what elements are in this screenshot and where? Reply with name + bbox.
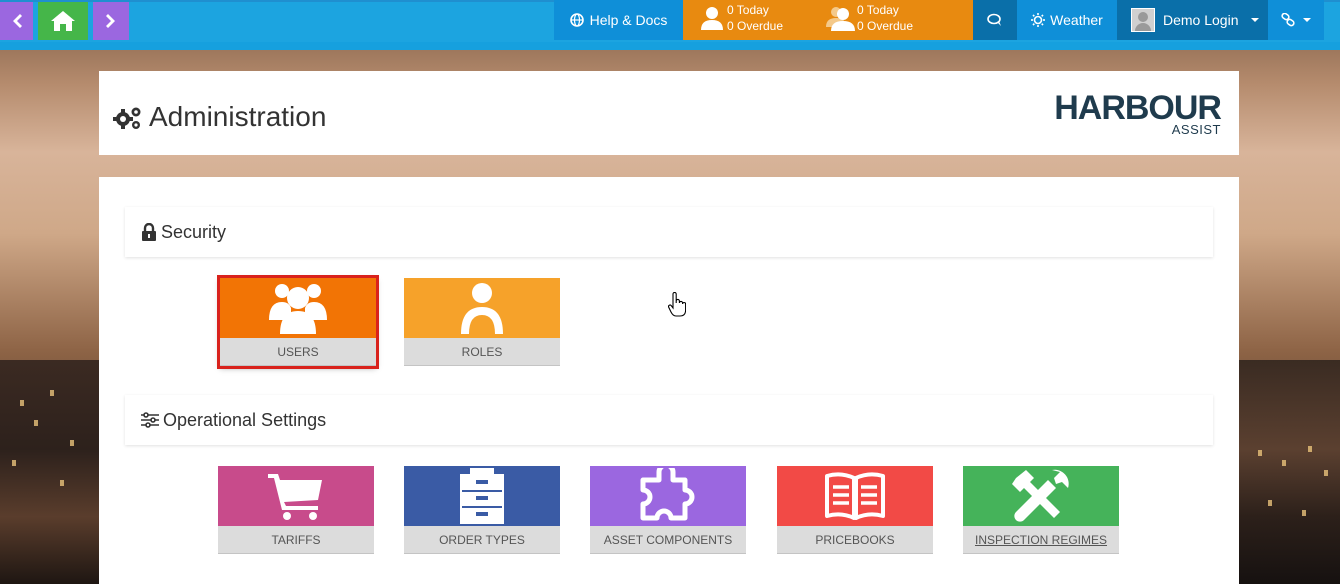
pricebooks-tile-label: PRICEBOOKS [777, 526, 933, 554]
roles-tile-label: ROLES [404, 338, 560, 366]
background-buildings-right [1238, 360, 1340, 584]
harbour-assist-logo: HARBOUR ASSIST [1054, 89, 1222, 137]
sun-icon [1031, 13, 1046, 27]
operational-section-header: Operational Settings [125, 395, 1213, 445]
sliders-icon [141, 412, 159, 428]
users-icon [826, 7, 855, 31]
users-tile-icon-area [220, 278, 376, 338]
team-tasks-button[interactable]: 0 Today 0 Overdue [825, 2, 913, 34]
globe-icon [569, 13, 584, 27]
filing-cabinet-icon [460, 468, 504, 524]
tariffs-tile-icon-area [218, 466, 374, 526]
my-tasks-overdue: 0 Overdue [727, 19, 784, 33]
background-buildings-left [0, 360, 100, 584]
links-menu-button[interactable] [1268, 0, 1324, 40]
chevron-left-icon [12, 14, 22, 28]
shopping-cart-icon [268, 474, 322, 520]
order-types-tile-label: ORDER TYPES [404, 526, 560, 554]
roles-tile-icon-area [404, 278, 560, 338]
link-icon [1281, 13, 1295, 27]
users-tile[interactable]: USERS [217, 275, 379, 369]
help-docs-label: Help & Docs [589, 12, 668, 28]
chevron-down-icon [1303, 18, 1311, 22]
user-icon [701, 7, 723, 30]
tariffs-tile[interactable]: TARIFFS [218, 466, 374, 554]
my-tasks-button[interactable]: 0 Today 0 Overdue [699, 2, 783, 34]
tariffs-tile-label: TARIFFS [218, 526, 374, 554]
back-button[interactable] [0, 2, 33, 40]
weather-label: Weather [1050, 12, 1103, 28]
security-section-header: Security [125, 207, 1213, 257]
hand-pointer-icon [668, 292, 686, 317]
top-bar-underline [0, 42, 1340, 50]
security-title: Security [161, 221, 227, 242]
chat-icon [987, 13, 1001, 26]
roles-tile[interactable]: ROLES [404, 278, 560, 366]
page-title: Administration [149, 101, 327, 132]
user-icon [461, 283, 503, 334]
users-tile-label: USERS [220, 338, 376, 366]
help-docs-button[interactable]: Help & Docs [554, 0, 683, 40]
inspection-regimes-tile-label: INSPECTION REGIMES [963, 526, 1119, 554]
home-icon [51, 11, 75, 31]
puzzle-icon [640, 468, 695, 521]
asset-components-tile[interactable]: ASSET COMPONENTS [590, 466, 746, 554]
asset-components-tile-label: ASSET COMPONENTS [590, 526, 746, 554]
user-name: Demo Login [1163, 12, 1239, 28]
order-types-tile-icon-area [404, 466, 560, 526]
admin-panel: Security USERS ROLES Operational Setting… [99, 177, 1239, 584]
team-tasks-today: 0 Today [857, 3, 899, 17]
forward-button[interactable] [93, 2, 129, 40]
inspection-regimes-tile-icon-area [963, 466, 1119, 526]
chevron-down-icon [1250, 18, 1259, 22]
pricebooks-tile[interactable]: PRICEBOOKS [777, 466, 933, 554]
order-types-tile[interactable]: ORDER TYPES [404, 466, 560, 554]
chat-button[interactable] [973, 0, 1017, 40]
my-tasks-today: 0 Today [727, 3, 769, 17]
weather-button[interactable]: Weather [1017, 0, 1117, 40]
chevron-right-icon [106, 14, 115, 28]
user-menu-button[interactable]: Demo Login [1117, 0, 1268, 40]
asset-components-tile-icon-area [590, 466, 746, 526]
open-book-icon [825, 472, 885, 520]
team-tasks-overdue: 0 Overdue [857, 19, 914, 33]
lock-icon [142, 223, 156, 241]
avatar [1131, 8, 1155, 32]
gears-icon [113, 107, 141, 129]
home-button[interactable] [38, 2, 88, 40]
page-header: Administration HARBOUR ASSIST [99, 71, 1239, 155]
inspection-regimes-tile[interactable]: INSPECTION REGIMES [963, 466, 1119, 554]
operational-title: Operational Settings [163, 409, 327, 430]
task-summary: 0 Today 0 Overdue 0 Today 0 Overdue [683, 0, 973, 40]
pricebooks-tile-icon-area [777, 466, 933, 526]
users-icon [269, 284, 327, 334]
tools-icon [1012, 469, 1069, 522]
